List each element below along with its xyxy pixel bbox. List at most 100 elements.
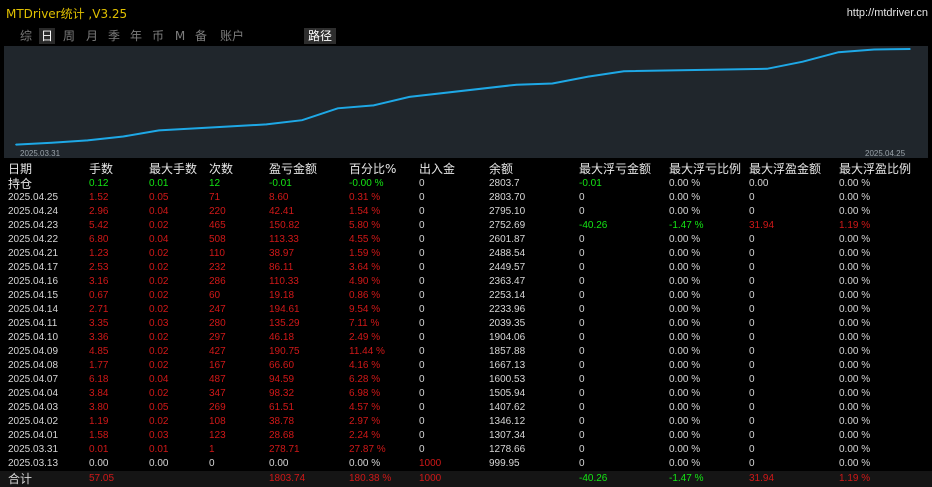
table-row[interactable]: 2025.04.04 3.84 0.02 347 98.32 6.98 % 0 1505.94…: [0, 387, 932, 401]
table-row[interactable]: 2025.04.10 3.36 0.02 297 46.18 2.49 % 0 1904.06…: [0, 331, 932, 345]
column-header: 最大浮亏金额: [579, 162, 652, 176]
cell-pnl: 190.75: [269, 346, 300, 357]
cell-pnl: 94.59: [269, 374, 295, 385]
cell-count: 487: [209, 374, 226, 385]
tab-8[interactable]: 备: [193, 28, 209, 44]
table-row[interactable]: 2025.04.15 0.67 0.02 60 19.18 0.86 % 0 2253.14 0…: [0, 289, 932, 303]
cell-percent: 0.86 %: [349, 290, 381, 301]
total-max-float-loss-pct: -1.47 %: [669, 473, 704, 484]
cell-lots: 0.67: [89, 290, 109, 301]
website-link[interactable]: http://mtdriver.cn: [847, 7, 928, 19]
table-row[interactable]: 2025.04.23 5.42 0.02 465 150.82 5.80 % 0 2752.6…: [0, 219, 932, 233]
cell-percent: 5.80 %: [349, 220, 381, 231]
cell-max-float-profit-pct: 0.00 %: [839, 416, 871, 427]
cell-pnl: 150.82: [269, 220, 300, 231]
cell-max-float-loss: 0: [579, 360, 585, 371]
tab-5[interactable]: 年: [128, 28, 144, 44]
cell-balance: 2449.57: [489, 262, 526, 273]
table-row[interactable]: 2025.04.24 2.96 0.04 220 42.41 1.54 % 0 2795.10…: [0, 205, 932, 219]
cell-count: 427: [209, 346, 226, 357]
table-row[interactable]: 2025.04.16 3.16 0.02 286 110.33 4.90 % 0 2363.4…: [0, 275, 932, 289]
cell-max-float-loss: 0: [579, 402, 585, 413]
holding-max-lots: 0.01: [149, 178, 169, 189]
cell-max-float-loss: 0: [579, 234, 585, 245]
cell-percent: 6.28 %: [349, 374, 381, 385]
cell-max-float-loss-pct: 0.00 %: [669, 248, 701, 259]
cell-date: 2025.04.21: [8, 248, 59, 259]
balance-point: [623, 70, 625, 72]
cell-percent: 1.54 %: [349, 206, 381, 217]
cell-max-float-profit: 0: [749, 304, 755, 315]
table-row[interactable]: 2025.04.09 4.85 0.02 427 190.75 11.44 % 0 1857.…: [0, 345, 932, 359]
balance-chart-svg: [15, 48, 911, 146]
balance-line: [15, 48, 911, 146]
table-row[interactable]: 2025.04.01 1.58 0.03 123 28.68 2.24 % 0 1307.34…: [0, 429, 932, 443]
balance-point: [587, 75, 589, 78]
table-row[interactable]: 2025.04.02 1.19 0.02 108 38.78 2.97 % 0 1346.12…: [0, 415, 932, 429]
cell-count: 0: [209, 458, 215, 469]
tab-4[interactable]: 季: [106, 28, 122, 44]
cell-max-float-profit-pct: 0.00 %: [839, 374, 871, 385]
tab-0[interactable]: 综: [18, 28, 34, 44]
cell-max-float-profit: 0: [749, 276, 755, 287]
cell-deposit: 0: [419, 304, 425, 315]
cell-balance: 2039.35: [489, 318, 526, 329]
cell-deposit: 0: [419, 374, 425, 385]
stats-table: 日期 手数 最大手数 次数 盈亏金额 百分比% 出入金 余额 最大浮亏金额 最大浮亏比例 最大浮盈金…: [0, 162, 932, 471]
total-row: 合计 57.05 1803.74 180.38 % 1000 -40.26 -1.47 % 3…: [0, 471, 932, 487]
balance-point: [551, 82, 554, 85]
table-row[interactable]: 2025.04.03 3.80 0.05 269 61.51 4.57 % 0 1407.62…: [0, 401, 932, 415]
table-row[interactable]: 2025.04.14 2.71 0.02 247 194.61 9.54 % 0 2233.9…: [0, 303, 932, 317]
table-row[interactable]: 2025.04.21 1.23 0.02 110 38.97 1.59 % 0 2488.54…: [0, 247, 932, 261]
cell-count: 123: [209, 430, 226, 441]
cell-date: 2025.04.17: [8, 262, 59, 273]
holding-count: 12: [209, 178, 221, 189]
tab-1[interactable]: 日: [39, 28, 55, 44]
cell-max-lots: 0.02: [149, 248, 169, 259]
column-header: 出入金: [419, 162, 456, 176]
balance-point: [265, 123, 268, 126]
table-row[interactable]: 2025.04.08 1.77 0.02 167 66.60 4.16 % 0 1667.13…: [0, 359, 932, 373]
tab-2[interactable]: 周: [61, 28, 77, 44]
total-max-float-profit-pct: 1.19 %: [839, 473, 871, 484]
balance-point: [301, 119, 303, 121]
cell-max-lots: 0.04: [149, 374, 169, 385]
cell-count: 465: [209, 220, 226, 231]
cell-percent: 7.11 %: [349, 318, 380, 329]
table-row[interactable]: 2025.03.31 0.01 0.01 1 278.71 27.87 % 0 1278.66…: [0, 443, 932, 457]
table-row[interactable]: 2025.03.13 0.00 0.00 0 0.00 0.00 % 1000 999.95 0…: [0, 457, 932, 471]
tab-3[interactable]: 月: [84, 28, 100, 44]
tab-route[interactable]: 路径: [304, 28, 336, 44]
cell-percent: 1.59 %: [349, 248, 381, 259]
cell-max-float-profit-pct: 0.00 %: [839, 458, 871, 469]
table-row[interactable]: 2025.04.11 3.35 0.03 280 135.29 7.11 % 0 2039.3…: [0, 317, 932, 331]
cell-balance: 1278.66: [489, 444, 526, 455]
cell-max-float-loss-pct: 0.00 %: [669, 304, 701, 315]
cell-percent: 4.16 %: [349, 360, 381, 371]
cell-percent: 6.98 %: [349, 388, 381, 399]
table-row[interactable]: 2025.04.07 6.18 0.04 487 94.59 6.28 % 0 1600.53…: [0, 373, 932, 387]
cell-deposit: 0: [419, 416, 425, 427]
balance-point: [909, 48, 911, 50]
cell-lots: 1.19: [89, 416, 109, 427]
cell-lots: 2.96: [89, 206, 109, 217]
column-header: 盈亏金额: [269, 162, 318, 176]
cell-max-float-loss-pct: 0.00 %: [669, 402, 701, 413]
tab-6[interactable]: 币: [150, 28, 166, 44]
cell-percent: 27.87 %: [349, 444, 386, 455]
table-row[interactable]: 2025.04.25 1.52 0.05 71 8.60 0.31 % 0 2803.70 0 0…: [0, 191, 932, 205]
cell-count: 286: [209, 276, 226, 287]
cell-deposit: 0: [419, 444, 425, 455]
holding-pnl: -0.01: [269, 178, 292, 189]
cell-balance: 2601.87: [489, 234, 526, 245]
holding-percent: -0.00 %: [349, 178, 384, 189]
cell-max-lots: 0.02: [149, 346, 169, 357]
cell-pnl: 38.97: [269, 248, 295, 259]
table-row[interactable]: 2025.04.22 6.80 0.04 508 113.33 4.55 % 0 2601.8…: [0, 233, 932, 247]
cell-balance: 1600.53: [489, 374, 526, 385]
cell-pnl: 110.33: [269, 276, 299, 287]
cell-date: 2025.04.10: [8, 332, 59, 343]
tab-9[interactable]: 账户: [216, 28, 248, 44]
table-row[interactable]: 2025.04.17 2.53 0.02 232 86.11 3.64 % 0 2449.57…: [0, 261, 932, 275]
tab-7[interactable]: M: [174, 28, 186, 44]
